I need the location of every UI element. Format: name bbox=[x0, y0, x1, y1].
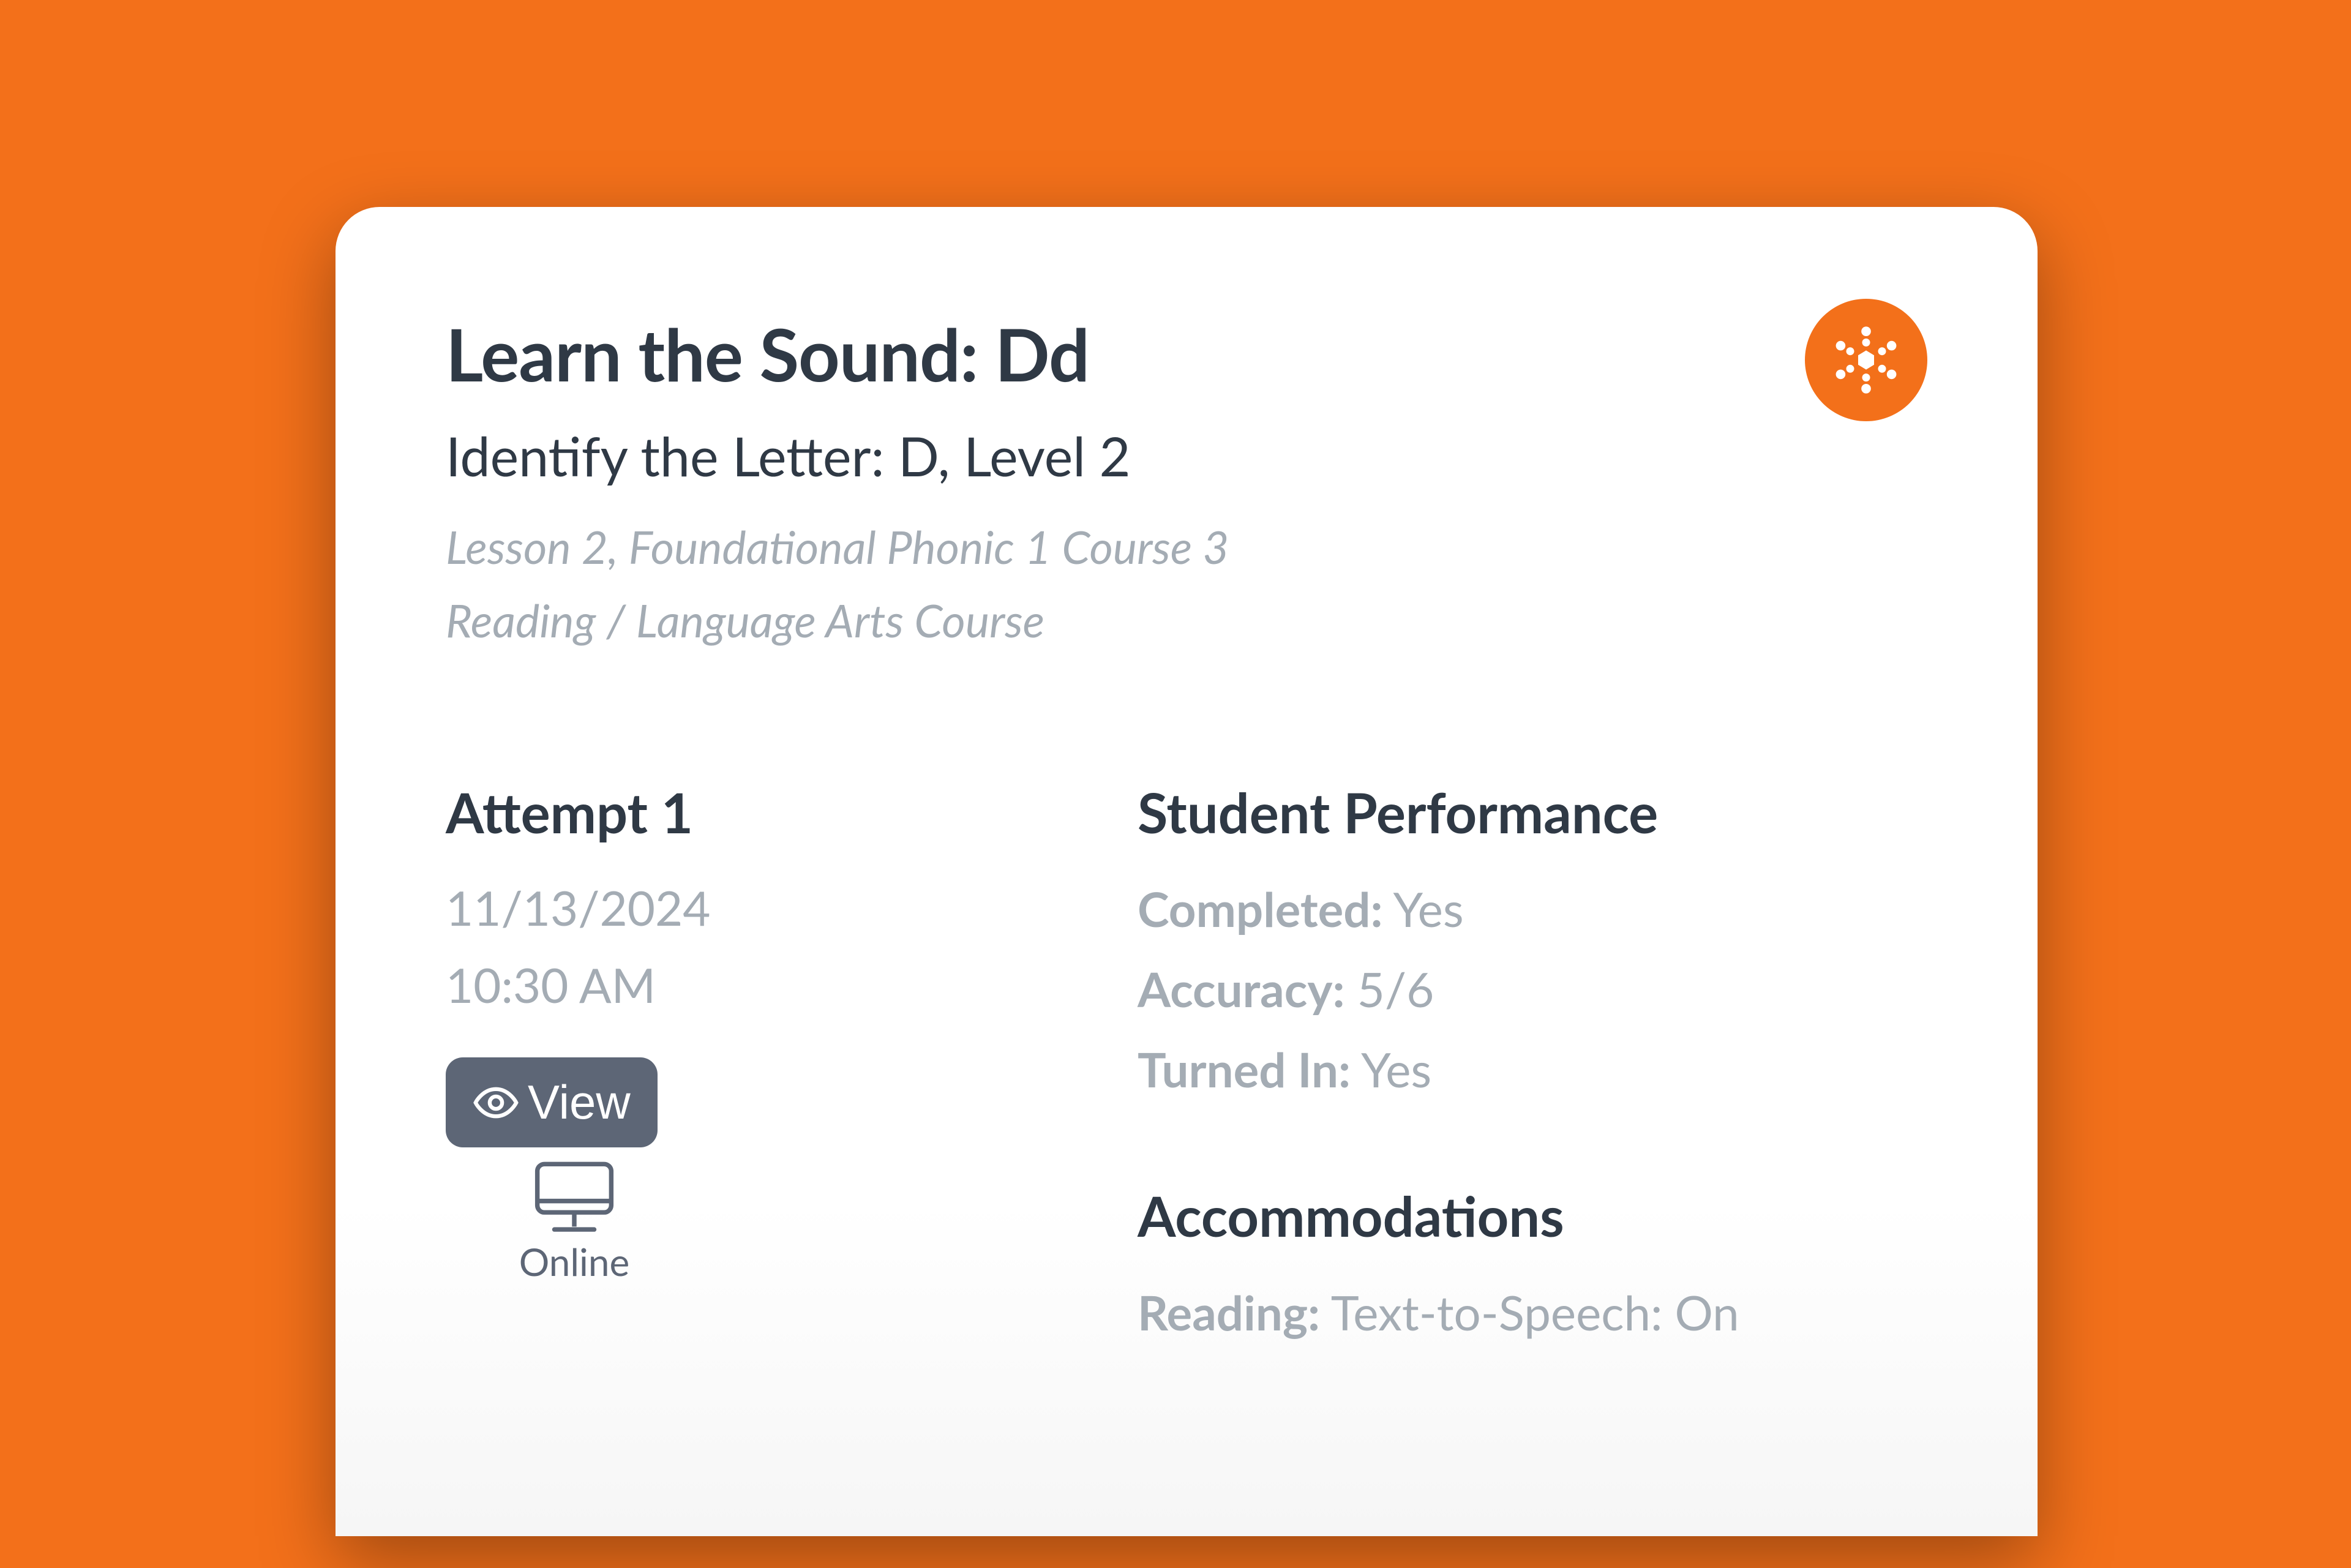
view-button[interactable]: View bbox=[446, 1057, 658, 1147]
mode-label: Online bbox=[519, 1239, 629, 1285]
reading-label: Reading: bbox=[1138, 1283, 1320, 1341]
accommodations-heading: Accommodations bbox=[1138, 1183, 1927, 1249]
spacer bbox=[1138, 1109, 1927, 1183]
product-badge-icon bbox=[1805, 299, 1927, 421]
performance-heading: Student Performance bbox=[1138, 779, 1927, 846]
card-header: Learn the Sound: Dd Identify the Letter:… bbox=[446, 311, 1927, 657]
snowflake-icon bbox=[1826, 320, 1906, 400]
accuracy-label: Accuracy: bbox=[1138, 960, 1345, 1018]
lesson-card: Learn the Sound: Dd Identify the Letter:… bbox=[336, 207, 2038, 1536]
view-button-label: View bbox=[528, 1075, 631, 1130]
lesson-subtitle: Identify the Letter: D, Level 2 bbox=[446, 423, 1927, 488]
completed-row: Completed: Yes bbox=[1138, 869, 1927, 949]
attempt-time: 10:30 AM bbox=[446, 946, 1138, 1023]
meta-line-1: Lesson 2, Foundational Phonic 1 Course 3 bbox=[446, 510, 1927, 583]
attempt-column: Attempt 1 11/13/2024 10:30 AM View bbox=[446, 779, 1138, 1352]
turned-in-value: Yes bbox=[1361, 1040, 1431, 1098]
content-columns: Attempt 1 11/13/2024 10:30 AM View bbox=[446, 779, 1927, 1352]
attempt-heading: Attempt 1 bbox=[446, 779, 1138, 846]
attempt-date: 11/13/2024 bbox=[446, 869, 1138, 946]
accuracy-value: 5/6 bbox=[1357, 960, 1434, 1018]
meta-line-2: Reading / Language Arts Course bbox=[446, 583, 1927, 657]
turned-in-label: Turned In: bbox=[1138, 1040, 1351, 1098]
completed-label: Completed: bbox=[1138, 880, 1383, 937]
turned-in-row: Turned In: Yes bbox=[1138, 1029, 1927, 1109]
reading-row: Reading: Text-to-Speech: On bbox=[1138, 1272, 1927, 1352]
mode-indicator: Online bbox=[489, 1158, 660, 1285]
stage: Learn the Sound: Dd Identify the Letter:… bbox=[0, 0, 2351, 1568]
completed-value: Yes bbox=[1393, 880, 1464, 937]
lesson-title: Learn the Sound: Dd bbox=[446, 311, 1927, 397]
monitor-icon bbox=[528, 1158, 620, 1238]
lesson-meta: Lesson 2, Foundational Phonic 1 Course 3… bbox=[446, 510, 1927, 657]
performance-column: Student Performance Completed: Yes Accur… bbox=[1138, 779, 1927, 1352]
eye-icon bbox=[473, 1079, 519, 1126]
reading-value: Text-to-Speech: On bbox=[1331, 1283, 1739, 1341]
accuracy-row: Accuracy: 5/6 bbox=[1138, 949, 1927, 1029]
